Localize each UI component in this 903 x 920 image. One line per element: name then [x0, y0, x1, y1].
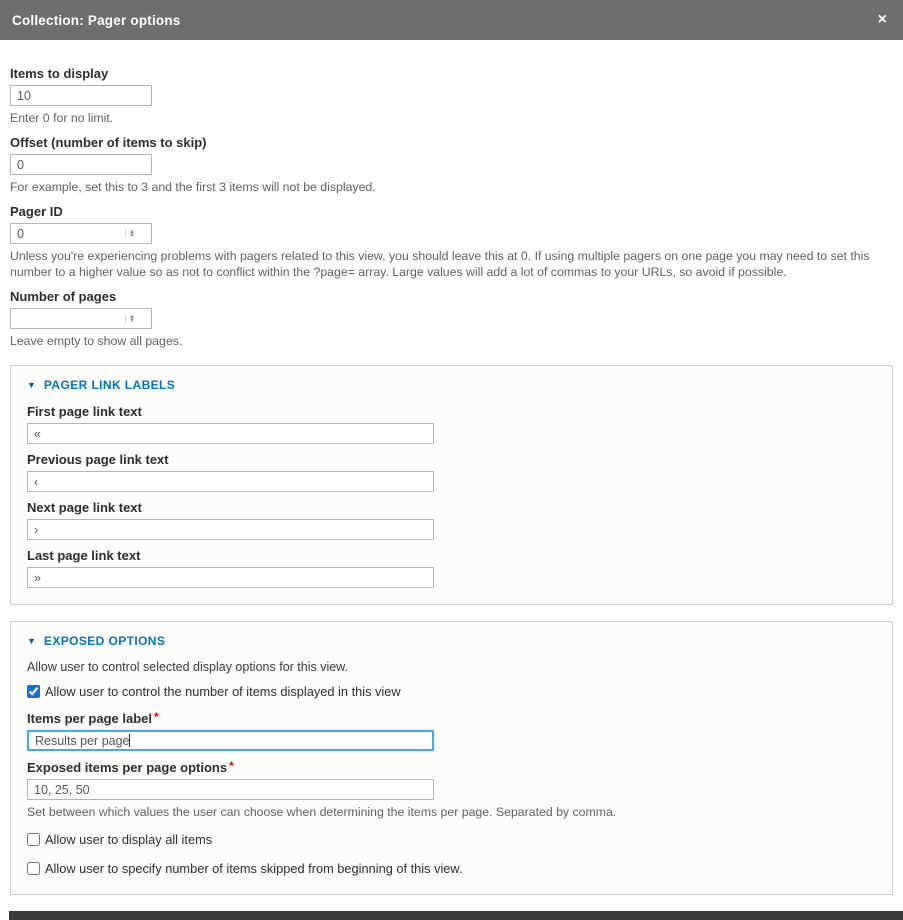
- items-to-display-field: Items to display Enter 0 for no limit.: [10, 66, 893, 126]
- skip-items-checkbox-label: Allow user to specify number of items sk…: [45, 861, 463, 876]
- next-page-link-text-input[interactable]: [27, 519, 434, 540]
- previous-page-link-text-label: Previous page link text: [27, 452, 876, 467]
- first-page-link-text-input[interactable]: [27, 423, 434, 444]
- items-to-display-label: Items to display: [10, 66, 893, 81]
- control-number-of-items-checkbox[interactable]: [27, 685, 40, 698]
- exposed-items-per-page-options-label: Exposed items per page options*: [27, 759, 876, 775]
- required-marker: *: [229, 759, 234, 773]
- control-number-of-items-checkbox-label: Allow user to control the number of item…: [45, 684, 401, 699]
- next-page-link-text-label: Next page link text: [27, 500, 876, 515]
- previous-page-link-text-input[interactable]: [27, 471, 434, 492]
- required-marker: *: [154, 710, 159, 724]
- pager-link-labels-legend-text: PAGER LINK LABELS: [44, 378, 175, 392]
- exposed-items-per-page-options-description: Set between which values the user can ch…: [27, 804, 876, 820]
- offset-label: Offset (number of items to skip): [10, 135, 893, 150]
- last-page-link-text-field: Last page link text: [27, 548, 876, 588]
- number-spinner-icon[interactable]: ▲▼: [125, 230, 135, 238]
- skip-items-checkbox-row[interactable]: Allow user to specify number of items sk…: [27, 861, 876, 876]
- items-to-display-description: Enter 0 for no limit.: [10, 110, 890, 126]
- pager-id-label: Pager ID: [10, 204, 893, 219]
- exposed-options-intro: Allow user to control selected display o…: [27, 660, 876, 674]
- exposed-options-legend[interactable]: ▼ EXPOSED OPTIONS: [27, 634, 876, 648]
- last-page-link-text-label: Last page link text: [27, 548, 876, 563]
- number-of-pages-description: Leave empty to show all pages.: [10, 333, 890, 349]
- control-number-of-items-checkbox-row[interactable]: Allow user to control the number of item…: [27, 684, 876, 699]
- exposed-options-fieldset: ▼ EXPOSED OPTIONS Allow user to control …: [10, 621, 893, 895]
- display-all-items-checkbox-row[interactable]: Allow user to display all items: [27, 832, 876, 847]
- items-to-display-input[interactable]: [10, 85, 152, 106]
- dialog-title: Collection: Pager options: [12, 13, 181, 28]
- collapse-arrow-icon: ▼: [27, 380, 36, 390]
- pager-options-dialog: Collection: Pager options × Items to dis…: [0, 0, 903, 920]
- pager-link-labels-legend[interactable]: ▼ PAGER LINK LABELS: [27, 378, 876, 392]
- dialog-body: Items to display Enter 0 for no limit. O…: [0, 40, 903, 920]
- display-all-items-checkbox[interactable]: [27, 833, 40, 846]
- items-per-page-label-input[interactable]: [27, 730, 434, 751]
- number-of-pages-label: Number of pages: [10, 289, 893, 304]
- exposed-items-per-page-options-field: Exposed items per page options* Set betw…: [27, 759, 876, 820]
- offset-description: For example, set this to 3 and the first…: [10, 179, 890, 195]
- first-page-link-text-field: First page link text: [27, 404, 876, 444]
- offset-field: Offset (number of items to skip) For exa…: [10, 135, 893, 195]
- next-page-link-text-field: Next page link text: [27, 500, 876, 540]
- exposed-options-legend-text: EXPOSED OPTIONS: [44, 634, 165, 648]
- items-per-page-label-label: Items per page label*: [27, 710, 876, 726]
- number-spinner-icon[interactable]: ▲▼: [125, 315, 135, 323]
- dialog-header[interactable]: Collection: Pager options ×: [0, 0, 903, 40]
- pager-link-labels-fieldset: ▼ PAGER LINK LABELS First page link text…: [10, 365, 893, 605]
- skip-items-checkbox[interactable]: [27, 862, 40, 875]
- close-icon[interactable]: ×: [874, 10, 891, 30]
- exposed-items-per-page-options-input[interactable]: [27, 779, 434, 800]
- pager-id-field: Pager ID ▲▼ Unless you're experiencing p…: [10, 204, 893, 280]
- collapse-arrow-icon: ▼: [27, 636, 36, 646]
- items-per-page-label-field: Items per page label*: [27, 710, 876, 751]
- previous-page-link-text-field: Previous page link text: [27, 452, 876, 492]
- page-background-strip: [9, 911, 903, 920]
- display-all-items-checkbox-label: Allow user to display all items: [45, 832, 212, 847]
- offset-input[interactable]: [10, 154, 152, 175]
- number-of-pages-field: Number of pages ▲▼ Leave empty to show a…: [10, 289, 893, 349]
- last-page-link-text-input[interactable]: [27, 567, 434, 588]
- pager-id-description: Unless you're experiencing problems with…: [10, 248, 890, 280]
- first-page-link-text-label: First page link text: [27, 404, 876, 419]
- text-cursor: [129, 734, 130, 747]
